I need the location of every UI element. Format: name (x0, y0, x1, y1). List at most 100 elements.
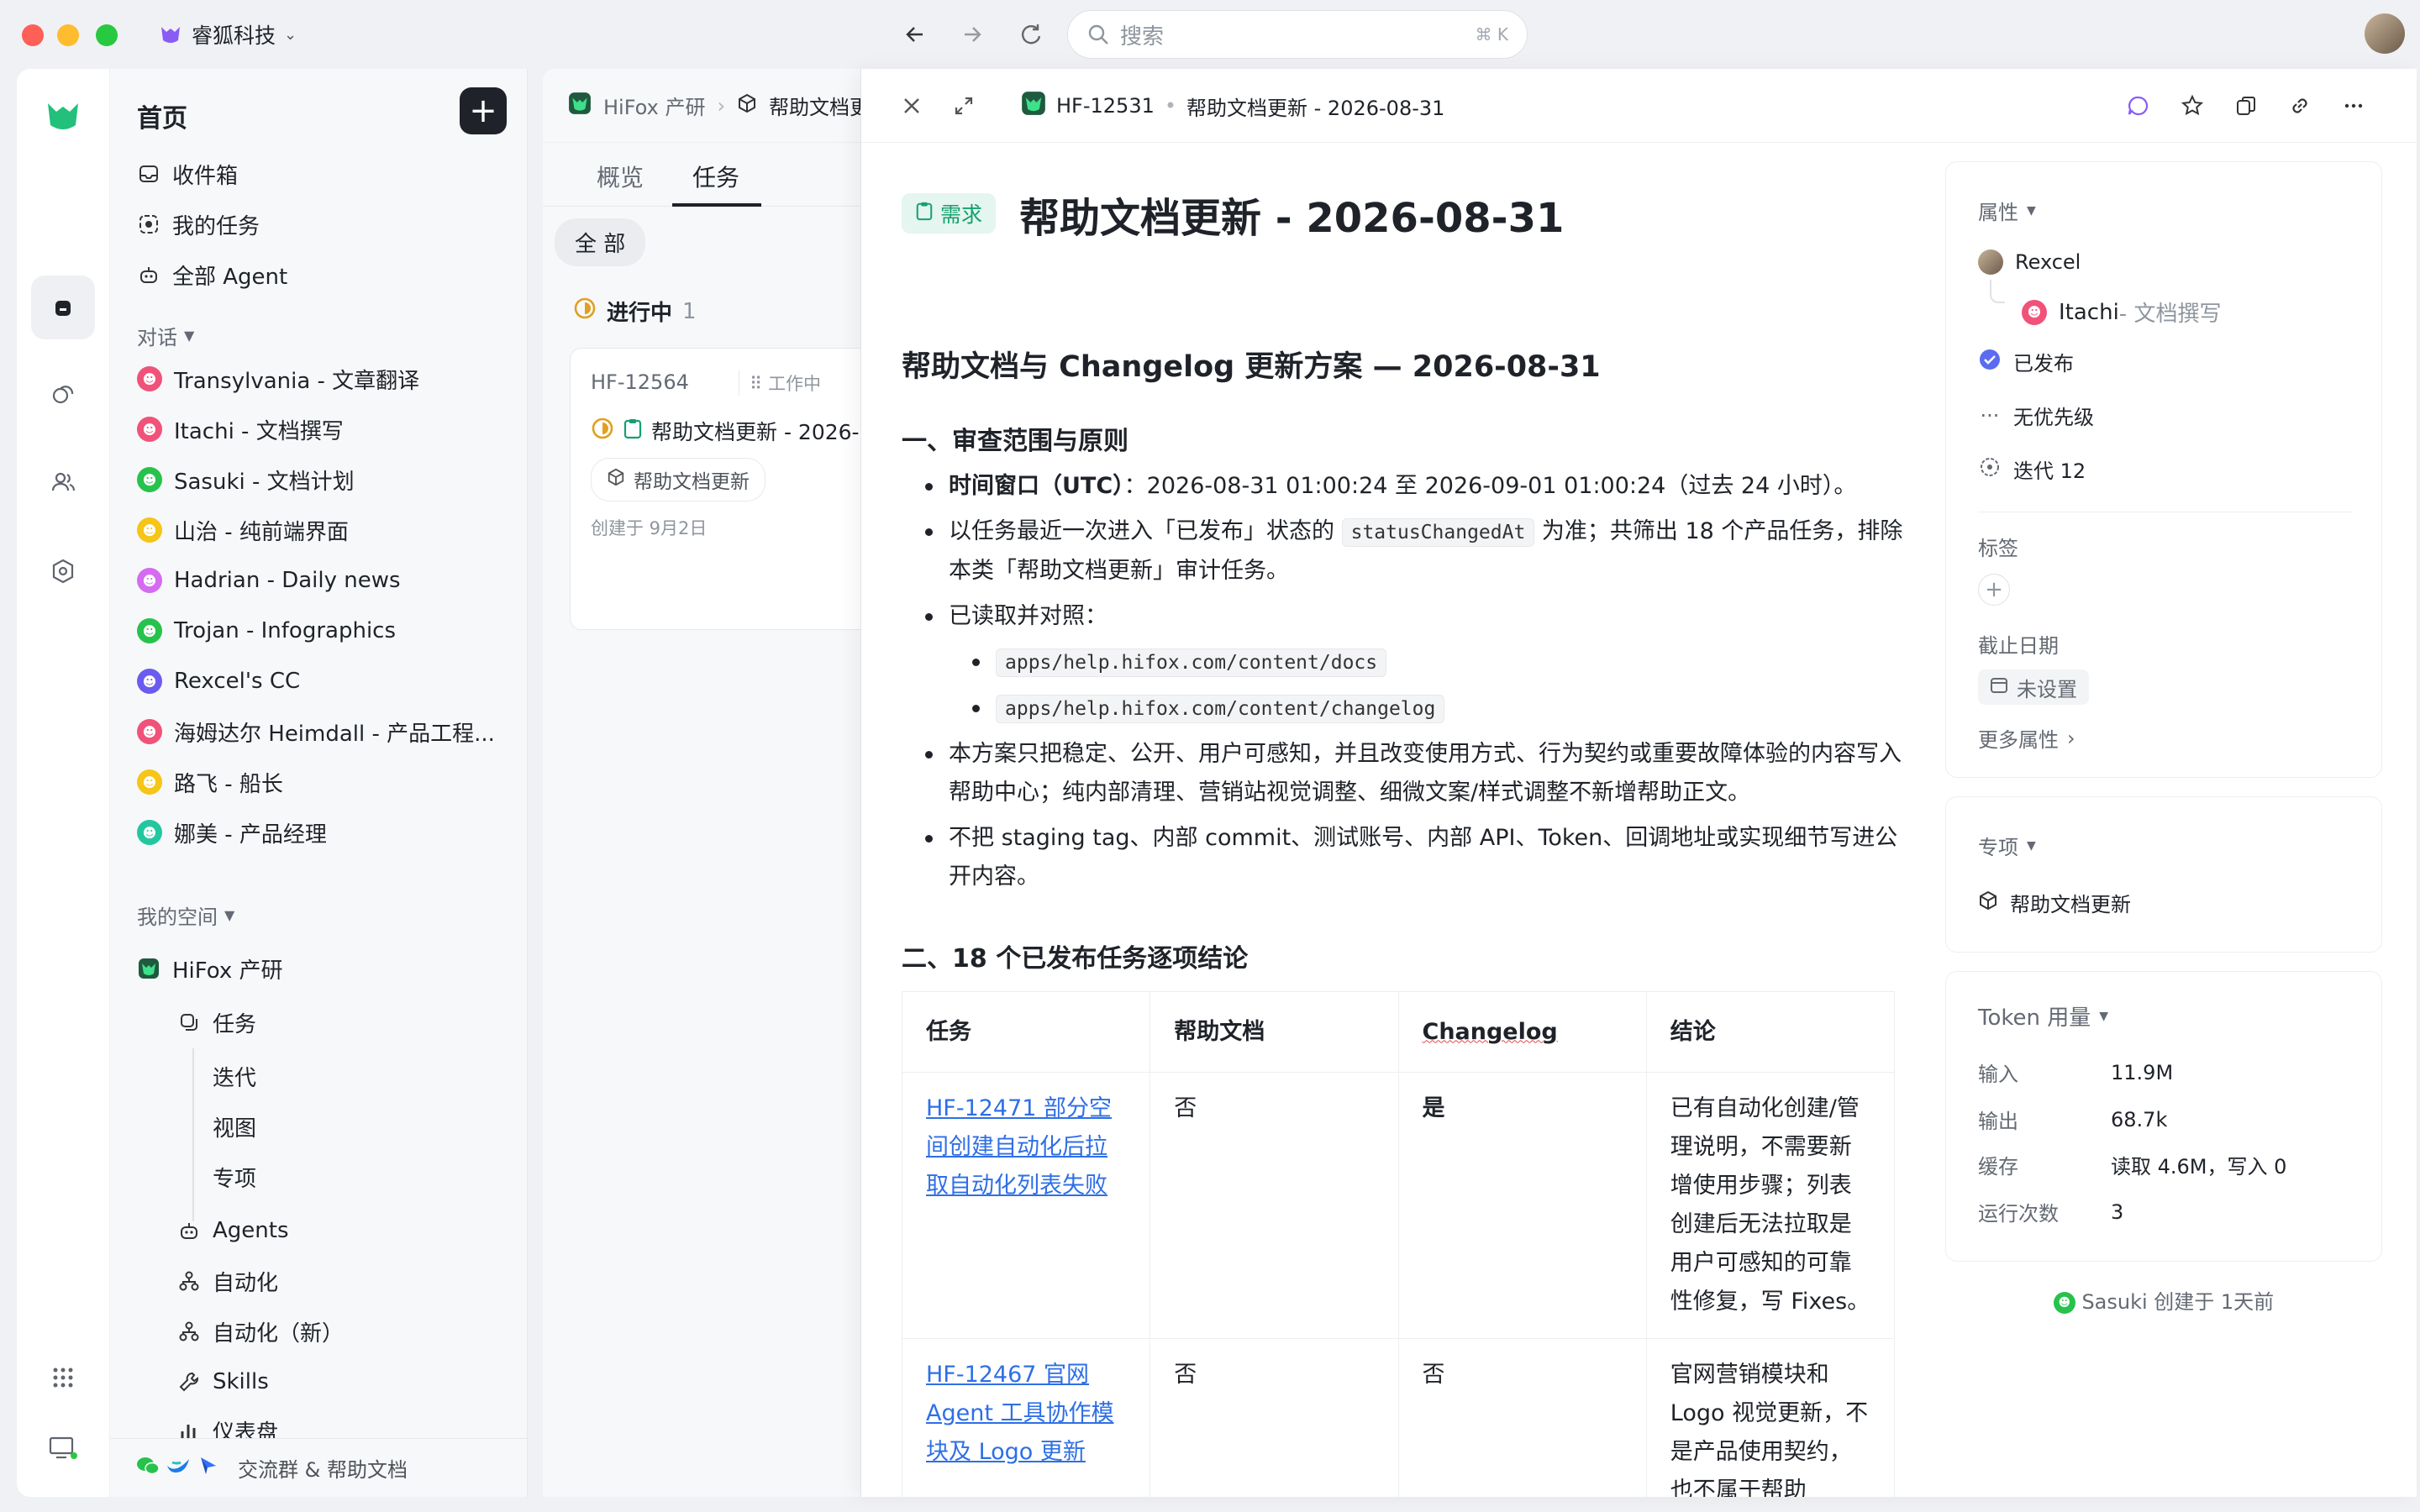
attributes-toggle[interactable]: 属性 ▼ (1978, 196, 2036, 225)
sidebar-item-conversation[interactable]: ☻ Sasuki - 文档计划 (137, 459, 355, 501)
wechat-icon (135, 1454, 160, 1483)
tab-tasks[interactable]: 任务 (692, 160, 739, 193)
rail-chat[interactable] (31, 363, 95, 427)
sidebar-item-all-agents[interactable]: 全部 Agent (137, 254, 287, 296)
task-link[interactable]: HF-12467 官网 Agent 工具协作模块及 Logo 更新 (926, 1362, 1114, 1465)
sidebar-item-project[interactable]: HiFox 产研 (137, 948, 283, 990)
footer-label: 交流群 & 帮助文档 (238, 1458, 408, 1482)
rail-apps[interactable] (31, 1346, 95, 1410)
breadcrumb-project[interactable]: HiFox 产研 (603, 91, 705, 120)
reload-button[interactable] (1013, 17, 1049, 52)
detail-header: HF-12531 • 帮助文档更新 - 2026-08-31 (861, 69, 2417, 143)
expand-icon (955, 97, 973, 115)
due-date-chip[interactable]: 未设置 (1978, 669, 2089, 705)
bullet-list: 时间窗口（UTC）：2026-08-31 01:00:24 至 2026-09-… (902, 467, 1910, 896)
priority-row[interactable]: ··· 无优先级 (1978, 401, 2094, 430)
token-value: 68.7k (2111, 1107, 2168, 1131)
sidebar-item-label: Sasuki - 文档计划 (174, 469, 355, 495)
sidebar-item-conversation[interactable]: ☻ Transylvania - 文章翻译 (137, 358, 419, 400)
comments-button[interactable] (2120, 87, 2157, 124)
caret-down-icon: ▼ (2027, 838, 2036, 853)
more-button[interactable] (2335, 87, 2372, 124)
column-header: Changelog (1397, 991, 1647, 1073)
sidebar-item-conversation[interactable]: ☻ 山治 - 纯前端界面 (137, 509, 349, 551)
status-row[interactable]: 已发布 (1978, 347, 2074, 376)
sidebar-item-projects[interactable]: 专项 (213, 1156, 256, 1198)
rail-home[interactable] (31, 276, 95, 339)
my-space-section[interactable]: 我的空间 ▼ (137, 900, 234, 930)
type-badge[interactable]: 需求 (902, 193, 997, 234)
minimize-window-button[interactable] (57, 24, 79, 46)
project-toggle[interactable]: 专项 ▼ (1978, 831, 2036, 860)
sidebar-footer[interactable]: 交流群 & 帮助文档 (110, 1438, 527, 1497)
detail-task-id[interactable]: HF-12531 (1056, 94, 1155, 118)
owner-row[interactable]: Rexcel (1978, 249, 2081, 275)
chevron-down-icon: ⌄ (284, 25, 297, 44)
add-tag-button[interactable]: + (1978, 574, 2010, 606)
conversations-section[interactable]: 对话 ▼ (137, 321, 194, 350)
workspace-switcher[interactable]: 睿狐科技 ⌄ (158, 17, 297, 52)
app-logo[interactable] (31, 84, 95, 148)
token-toggle[interactable]: Token 用量 ▼ (1978, 1000, 2108, 1032)
sidebar-item-views[interactable]: 视图 (213, 1105, 256, 1147)
more-horizontal-icon (2344, 103, 2363, 108)
tasks-icon (177, 1011, 201, 1034)
sidebar-item-iterations[interactable]: 迭代 (213, 1055, 256, 1097)
project-row[interactable]: 帮助文档更新 (1978, 888, 2131, 917)
rail-device[interactable] (31, 1416, 95, 1480)
cube-icon (737, 93, 757, 118)
copy-button[interactable] (2228, 87, 2265, 124)
group-header[interactable]: 进行中 1 (573, 296, 697, 327)
search-input[interactable]: 搜索 ⌘ K (1067, 10, 1528, 59)
due-date-value: 未设置 (2017, 677, 2077, 701)
inline-code: apps/help.hifox.com/content/changelog (996, 695, 1445, 723)
expand-button[interactable] (945, 87, 982, 124)
search-icon (1088, 24, 1108, 45)
token-value: 11.9M (2111, 1060, 2174, 1084)
close-button[interactable] (893, 87, 930, 124)
list-item-text: 不把 staging tag、内部 commit、测试账号、内部 API、Tok… (949, 825, 1898, 890)
sidebar-item-conversation[interactable]: ☻ 海姆达尔 Heimdall - 产品工程... (137, 711, 495, 753)
sidebar-item-agents[interactable]: Agents (177, 1210, 289, 1252)
favorite-button[interactable] (2174, 87, 2211, 124)
zoom-window-button[interactable] (96, 24, 118, 46)
rail-settings[interactable] (31, 539, 95, 603)
sidebar-item-automation[interactable]: 自动化 (177, 1260, 278, 1302)
owner-name: Rexcel (2015, 250, 2081, 274)
task-link[interactable]: HF-12471 部分空间创建自动化后拉取自动化列表失败 (926, 1095, 1112, 1199)
flow-icon (177, 1269, 201, 1293)
sub-list-item: apps/help.hifox.com/content/docs (902, 643, 1910, 682)
user-avatar[interactable] (2365, 13, 2405, 54)
status-badge: ⠿ 工作中 (739, 370, 821, 396)
sidebar-item-tasks[interactable]: 任务 (177, 1001, 256, 1043)
token-key: 缓存 (1978, 1155, 2018, 1179)
fox-logo-icon (161, 27, 180, 43)
forward-button[interactable] (955, 17, 990, 52)
sidebar-item-conversation[interactable]: ☻ 路飞 - 船长 (137, 761, 283, 803)
check-circle-icon (1978, 348, 2002, 376)
column-header: 结论 (1645, 991, 1896, 1073)
sidebar-item-conversation[interactable]: ☻ Rexcel's CC (137, 660, 300, 702)
task-title[interactable]: 帮助文档更新 - 2026-08-31 (1019, 185, 1564, 244)
tab-overview[interactable]: 概览 (597, 160, 644, 193)
sidebar-item-conversation[interactable]: ☻ Hadrian - Daily news (137, 559, 401, 601)
sidebar-item-conversation[interactable]: ☻ Itachi - 文档撰写 (137, 408, 344, 450)
sidebar-item-conversation[interactable]: ☻ Trojan - Infographics (137, 610, 396, 652)
sidebar-item-my-tasks[interactable]: 我的任务 (137, 203, 260, 245)
rail-members[interactable] (31, 450, 95, 514)
project-tag[interactable]: 帮助文档更新 (591, 458, 765, 501)
more-properties-link[interactable]: 更多属性 › (1978, 723, 2075, 753)
close-window-button[interactable] (22, 24, 44, 46)
iteration-row[interactable]: 迭代 12 (1978, 454, 2086, 484)
assignee-row[interactable]: ☻ Itachi - 文档撰写 (2022, 297, 2221, 328)
sidebar-item-conversation[interactable]: ☻ 娜美 - 产品经理 (137, 811, 327, 853)
filter-chip-all[interactable]: 全 部 (555, 218, 646, 266)
tag-label: 帮助文档更新 (634, 471, 750, 493)
back-button[interactable] (897, 17, 933, 52)
sidebar-item-inbox[interactable]: 收件箱 (137, 153, 238, 195)
sidebar-item-skills[interactable]: Skills (177, 1361, 269, 1403)
link-button[interactable] (2281, 87, 2318, 124)
new-button[interactable]: + (460, 87, 507, 134)
sidebar-item-label: 娜美 - 产品经理 (174, 822, 327, 848)
sidebar-item-automation-new[interactable]: 自动化（新） (177, 1310, 344, 1352)
